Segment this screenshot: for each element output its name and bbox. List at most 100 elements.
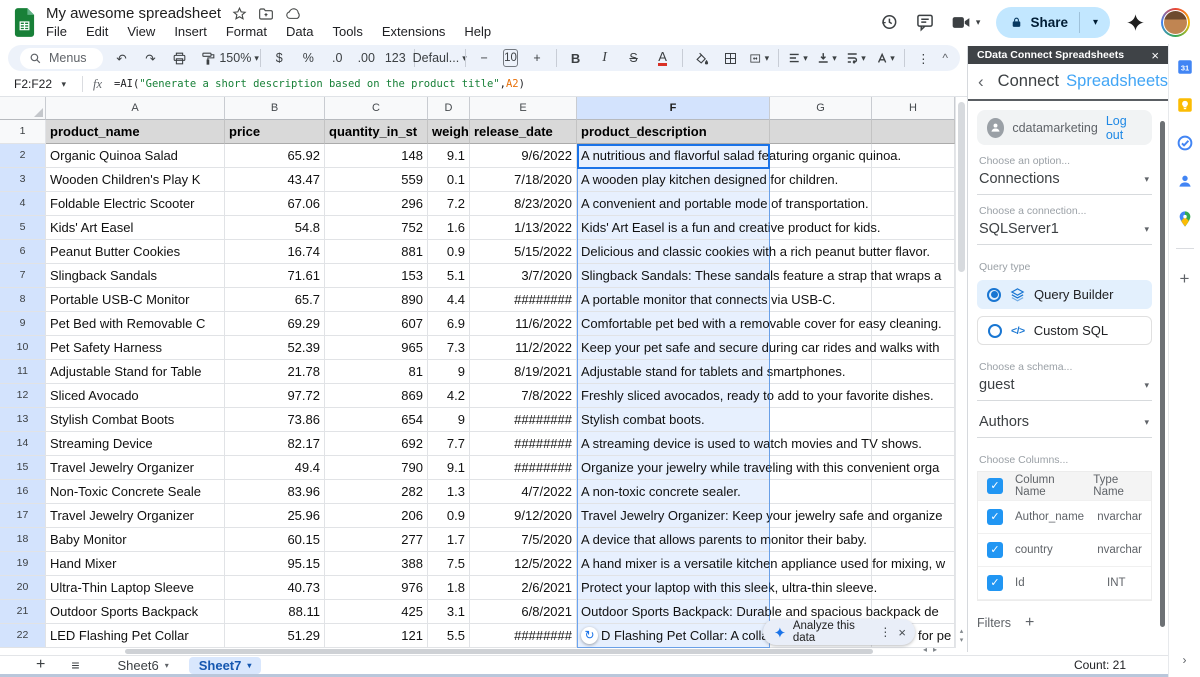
cell-price[interactable]: 82.17 — [225, 432, 325, 456]
cell-empty[interactable] — [872, 168, 955, 192]
document-title[interactable]: My awesome spreadsheet — [46, 5, 221, 22]
header-cell[interactable]: quantity_in_st — [325, 120, 428, 144]
menu-help[interactable]: Help — [464, 24, 491, 39]
cell-price[interactable]: 49.4 — [225, 456, 325, 480]
cell-release-date[interactable]: 3/7/2020 — [470, 264, 577, 288]
cell-empty[interactable] — [872, 480, 955, 504]
column-header-D[interactable]: D — [428, 97, 470, 120]
cell-product-name[interactable]: Travel Jewelry Organizer — [46, 456, 225, 480]
cell-product-name[interactable]: Stylish Combat Boots — [46, 408, 225, 432]
row-header-8[interactable]: 8 — [0, 288, 46, 312]
radio-unselected-icon[interactable] — [988, 324, 1002, 338]
cell-description[interactable]: Keep your pet safe and secure during car… — [577, 336, 770, 360]
cell-product-name[interactable]: Slingback Sandals — [46, 264, 225, 288]
menu-file[interactable]: File — [46, 24, 67, 39]
cell-weight[interactable]: 9.1 — [428, 456, 470, 480]
cell-quantity[interactable]: 890 — [325, 288, 428, 312]
header-cell[interactable]: release_date — [470, 120, 577, 144]
name-box[interactable]: F2:F22 ▾ — [0, 77, 72, 91]
share-dropdown-icon[interactable]: ▾ — [1087, 17, 1104, 28]
cell-description[interactable]: A wooden play kitchen designed for child… — [577, 168, 770, 192]
cell-empty[interactable] — [770, 408, 872, 432]
cell-price[interactable]: 73.86 — [225, 408, 325, 432]
cell-release-date[interactable]: 4/7/2022 — [470, 480, 577, 504]
cell-release-date[interactable]: 9/12/2020 — [470, 504, 577, 528]
sheet-tab-sheet6[interactable]: Sheet6▾ — [108, 657, 179, 674]
cell-quantity[interactable]: 869 — [325, 384, 428, 408]
cell-description[interactable]: A nutritious and flavorful salad featuri… — [577, 144, 770, 168]
cell-empty[interactable] — [872, 192, 955, 216]
cell-quantity[interactable]: 148 — [325, 144, 428, 168]
cell-release-date[interactable]: ######## — [470, 408, 577, 432]
cell-weight[interactable]: 1.6 — [428, 216, 470, 240]
cell-release-date[interactable]: 9/6/2022 — [470, 144, 577, 168]
cell-price[interactable]: 83.96 — [225, 480, 325, 504]
comments-icon[interactable] — [915, 12, 935, 32]
redo-button[interactable]: ↷ — [141, 47, 161, 69]
scrollbar-thumb[interactable] — [125, 649, 873, 654]
bold-button[interactable]: B — [566, 47, 586, 69]
option-select[interactable]: Connections▾ — [977, 168, 1152, 195]
scroll-up-icon[interactable]: ▴ — [960, 628, 964, 635]
cell-description[interactable]: Organize your jewelry while traveling wi… — [577, 456, 770, 480]
table-select[interactable]: Authors▾ — [977, 411, 1152, 438]
cell-product-name[interactable]: Pet Bed with Removable C — [46, 312, 225, 336]
cell-weight[interactable]: 4.4 — [428, 288, 470, 312]
cell-quantity[interactable]: 425 — [325, 600, 428, 624]
cell-description[interactable]: A hand mixer is a versatile kitchen appl… — [577, 552, 770, 576]
row-header-11[interactable]: 11 — [0, 360, 46, 384]
row-header-15[interactable]: 15 — [0, 456, 46, 480]
checkbox-checked-icon[interactable]: ✓ — [987, 575, 1003, 591]
cell-description[interactable]: Delicious and classic cookies with a ric… — [577, 240, 770, 264]
vertical-scrollbar[interactable]: ▴▾ — [955, 97, 967, 648]
cell-product-name[interactable]: Baby Monitor — [46, 528, 225, 552]
cell-quantity[interactable]: 153 — [325, 264, 428, 288]
column-header-E[interactable]: E — [470, 97, 577, 120]
cell-empty[interactable] — [872, 576, 955, 600]
cell-description[interactable]: A device that allows parents to monitor … — [577, 528, 770, 552]
video-call-icon[interactable]: ▾ — [951, 14, 981, 31]
cell-quantity[interactable]: 881 — [325, 240, 428, 264]
font-size-input[interactable]: 10 — [503, 49, 518, 67]
cell-release-date[interactable]: 6/8/2021 — [470, 600, 577, 624]
cell-weight[interactable]: 4.2 — [428, 384, 470, 408]
cell-release-date[interactable]: 5/15/2022 — [470, 240, 577, 264]
cell-description[interactable]: Slingback Sandals: These sandals feature… — [577, 264, 770, 288]
cell-weight[interactable]: 1.3 — [428, 480, 470, 504]
cell-weight[interactable]: 9.1 — [428, 144, 470, 168]
logout-link[interactable]: Log out — [1106, 114, 1142, 142]
cell-weight[interactable]: 7.7 — [428, 432, 470, 456]
cell-description[interactable]: Outdoor Sports Backpack: Durable and spa… — [577, 600, 770, 624]
horizontal-scrollbar[interactable]: ◂▸ — [0, 648, 955, 655]
google-maps-icon[interactable] — [1177, 210, 1193, 228]
row-header-2[interactable]: 2 — [0, 144, 46, 168]
cell-quantity[interactable]: 121 — [325, 624, 428, 648]
close-icon[interactable]: × — [898, 625, 906, 640]
menu-insert[interactable]: Insert — [174, 24, 207, 39]
column-header-A[interactable]: A — [46, 97, 225, 120]
row-header-17[interactable]: 17 — [0, 504, 46, 528]
cell-release-date[interactable]: 12/5/2022 — [470, 552, 577, 576]
header-cell[interactable]: price — [225, 120, 325, 144]
google-tasks-icon[interactable] — [1176, 134, 1194, 152]
row-header-16[interactable]: 16 — [0, 480, 46, 504]
cell-quantity[interactable]: 607 — [325, 312, 428, 336]
cell-description[interactable]: Comfortable pet bed with a removable cov… — [577, 312, 770, 336]
cell-empty[interactable] — [872, 288, 955, 312]
header-cell[interactable] — [872, 120, 955, 144]
row-header-19[interactable]: 19 — [0, 552, 46, 576]
cell-quantity[interactable]: 277 — [325, 528, 428, 552]
cell-release-date[interactable]: 7/5/2020 — [470, 528, 577, 552]
column-header-F[interactable]: F — [577, 97, 770, 120]
increase-font-size-button[interactable]: + — [527, 47, 547, 69]
text-rotation-button[interactable]: ▾ — [875, 47, 895, 69]
scroll-down-icon[interactable]: ▾ — [960, 637, 964, 644]
scrollbar-thumb[interactable] — [958, 102, 965, 272]
italic-button[interactable]: I — [595, 47, 615, 69]
header-cell[interactable]: weigh — [428, 120, 470, 144]
cell-price[interactable]: 97.72 — [225, 384, 325, 408]
cell-description[interactable]: A portable monitor that connects via USB… — [577, 288, 770, 312]
chevron-down-icon[interactable]: ▾ — [976, 17, 981, 28]
cell-weight[interactable]: 0.1 — [428, 168, 470, 192]
decrease-decimals-button[interactable]: .0 — [327, 47, 347, 69]
